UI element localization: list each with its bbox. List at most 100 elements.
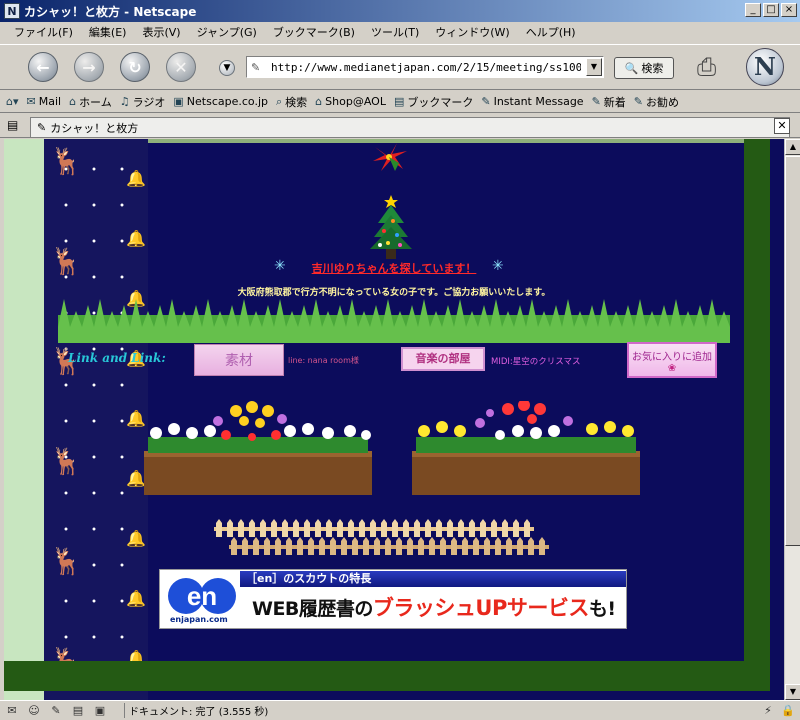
person-status-icon[interactable]: ☺ [26,704,42,718]
en-logo-text: en [187,581,217,611]
toolbar-link-label: Shop@AOL [325,95,386,108]
midi-credit[interactable]: MIDI:星空のクリスマス [491,355,581,367]
scroll-down-button[interactable]: ▼ [785,684,800,700]
menu-go[interactable]: ジャンプ(G) [189,24,265,40]
menu-view[interactable]: 表示(V) [134,24,188,40]
radio-icon: ♫ [119,95,130,108]
bell-icon: 🔔 [126,589,146,608]
close-tab-button[interactable]: ✕ [774,118,790,134]
reindeer-icon: 🦌 [50,247,83,277]
forward-button[interactable]: → [74,52,104,82]
flower-planter-image [412,401,640,495]
mail-icon: ✉ [26,95,36,108]
toolbar-collapse-button[interactable]: ⌂▾ [6,95,19,108]
reindeer-icon: 🦌 [50,147,83,177]
menu-edit[interactable]: 編集(E) [81,24,135,40]
toolbar-link-shop[interactable]: ⌂ Shop@AOL [315,95,386,108]
online-status-icon[interactable]: ⚡ [760,704,776,718]
vertical-scrollbar[interactable]: ▲ ▼ [784,139,800,700]
component-bar-icon[interactable]: ▣ [92,704,108,718]
address-book-icon[interactable]: ▤ [70,704,86,718]
grass-border [58,299,730,343]
sozai-banner-link[interactable]: 素材 [194,344,284,376]
status-right-icons: ⚡ 🔒 [760,704,796,718]
toolbar-link-mail[interactable]: ✉ Mail [27,95,62,108]
back-arrow-icon: ← [36,57,50,77]
window-controls: _ □ × [745,3,797,17]
tab-active[interactable]: ✎ カシャッ！と枚方 [30,117,790,137]
banner-tagline-suffix: も! [588,598,616,620]
scroll-up-button[interactable]: ▲ [785,139,800,155]
bell-icon: 🔔 [126,529,146,548]
reload-button[interactable]: ↻ [120,52,150,82]
flower-planter-image [144,401,372,495]
scroll-thumb[interactable] [785,156,800,546]
netscape-app-icon: N [4,3,20,19]
music-room-banner-link[interactable]: 音楽の部屋 [401,347,485,371]
toolbar-link-home[interactable]: ⌂ ホーム [69,94,112,110]
link-icon: ✎ [633,95,644,108]
menu-window[interactable]: ウィンドウ(W) [427,24,517,40]
toolbar-link-bookmarks[interactable]: ▤ ブックマーク [394,94,473,110]
toolbar-link-netscape[interactable]: ▣ Netscape.co.jp [173,95,268,108]
bell-icon: 🔔 [126,169,146,188]
toolbar-link-radio[interactable]: ♫ ラジオ [120,94,166,110]
status-text: ドキュメント: 完了 (3.555 秒) [124,703,268,718]
sidebar-toggle-icon[interactable]: ▤ [7,118,18,132]
en-japan-ad-banner[interactable]: en enjapan.com ［en］のスカウトの特長 WEB履歴書のブラッシュ… [159,569,627,629]
security-lock-icon[interactable]: 🔒 [780,704,796,718]
minimize-button[interactable]: _ [745,3,761,17]
toolbar-link-instant-message[interactable]: ✎ Instant Message [481,95,583,108]
page-proxy-icon: ✎ [251,60,261,74]
add-to-favorites-label: お気に入りに追加 [632,352,712,363]
line-credit[interactable]: line: nana room様 [288,355,359,366]
search-button[interactable]: 🔍 検索 [614,57,674,79]
stop-button[interactable]: ✕ [166,52,196,82]
back-button[interactable]: ← [28,52,58,82]
composer-status-icon[interactable]: ✎ [48,704,64,718]
ribbon-icon: ❀ [667,363,677,374]
toolbar-link-new[interactable]: ✎ 新着 [592,94,626,110]
netscape-logo[interactable]: N [746,48,784,86]
reindeer-icon: 🦌 [50,547,83,577]
personal-toolbar: ⌂▾ ✉ Mail ⌂ ホーム ♫ ラジオ ▣ Netscape.co.jp ⌕ 検索 ⌂… [0,91,800,113]
toolbar-link-label: お勧め [646,95,680,109]
en-japan-logo-caption: enjapan.com [170,615,228,624]
link-icon: ✎ [481,95,491,108]
home-toggle-icon: ⌂▾ [6,95,19,108]
toolbar-link-label: Mail [38,95,62,108]
maximize-button[interactable]: □ [763,3,779,17]
magnifier-icon: 🔍 [624,61,639,75]
history-dropdown-button[interactable]: ▼ [219,60,235,76]
close-button[interactable]: × [781,3,797,17]
status-bar: ✉ ☺ ✎ ▤ ▣ ドキュメント: 完了 (3.555 秒) ⚡ 🔒 [0,700,800,720]
banner-tagline: WEB履歴書のブラッシュUPサービスも! [252,592,616,622]
toolbar-link-recommended[interactable]: ✎ お勧め [634,94,679,110]
tab-bar: ▤ ✎ カシャッ！と枚方 ✕ [0,114,800,138]
banner-tagline-highlight: ブラッシュUPサービス [372,596,589,620]
mail-status-icon[interactable]: ✉ [4,704,20,718]
print-icon[interactable]: ⎙ [697,53,716,81]
missing-child-headline[interactable]: 吉川ゆりちゃんを探しています！ [274,260,514,276]
toolbar-link-search[interactable]: ⌕ 検索 [276,94,307,110]
toolbar-link-label: 検索 [285,95,308,109]
url-bar: ✎ ▼ [246,56,604,78]
link-icon: ✎ [591,95,601,108]
add-to-favorites-button[interactable]: お気に入りに追加 ❀ [627,342,717,378]
home-icon: ⌂ [69,95,77,108]
reindeer-icon: 🦌 [50,447,83,477]
menu-file[interactable]: ファイル(F) [6,24,81,40]
sozai-label: 素材 [225,353,253,369]
banner-tagline-prefix: WEB履歴書の [252,598,373,620]
web-content: 🦌 🦌 🦌 🦌 🦌 🦌 🔔 🔔 🔔 🔔 🔔 🔔 🔔 🔔 🔔 [4,139,784,700]
link-heading: Link and Link: [68,351,166,365]
banner-heading: ［en］のスカウトの特長 [240,571,626,587]
menu-help[interactable]: ヘルプ(H) [518,24,584,40]
url-dropdown-button[interactable]: ▼ [586,58,602,76]
top-frame-line [148,139,744,143]
menu-tools[interactable]: ツール(T) [363,24,427,40]
url-input[interactable] [271,60,581,74]
navigation-toolbar: ← → ↻ ✕ ▼ ✎ ▼ 🔍 検索 ⎙ N [0,44,800,90]
reload-icon: ↻ [128,57,142,77]
menu-bookmarks[interactable]: ブックマーク(B) [265,24,363,40]
